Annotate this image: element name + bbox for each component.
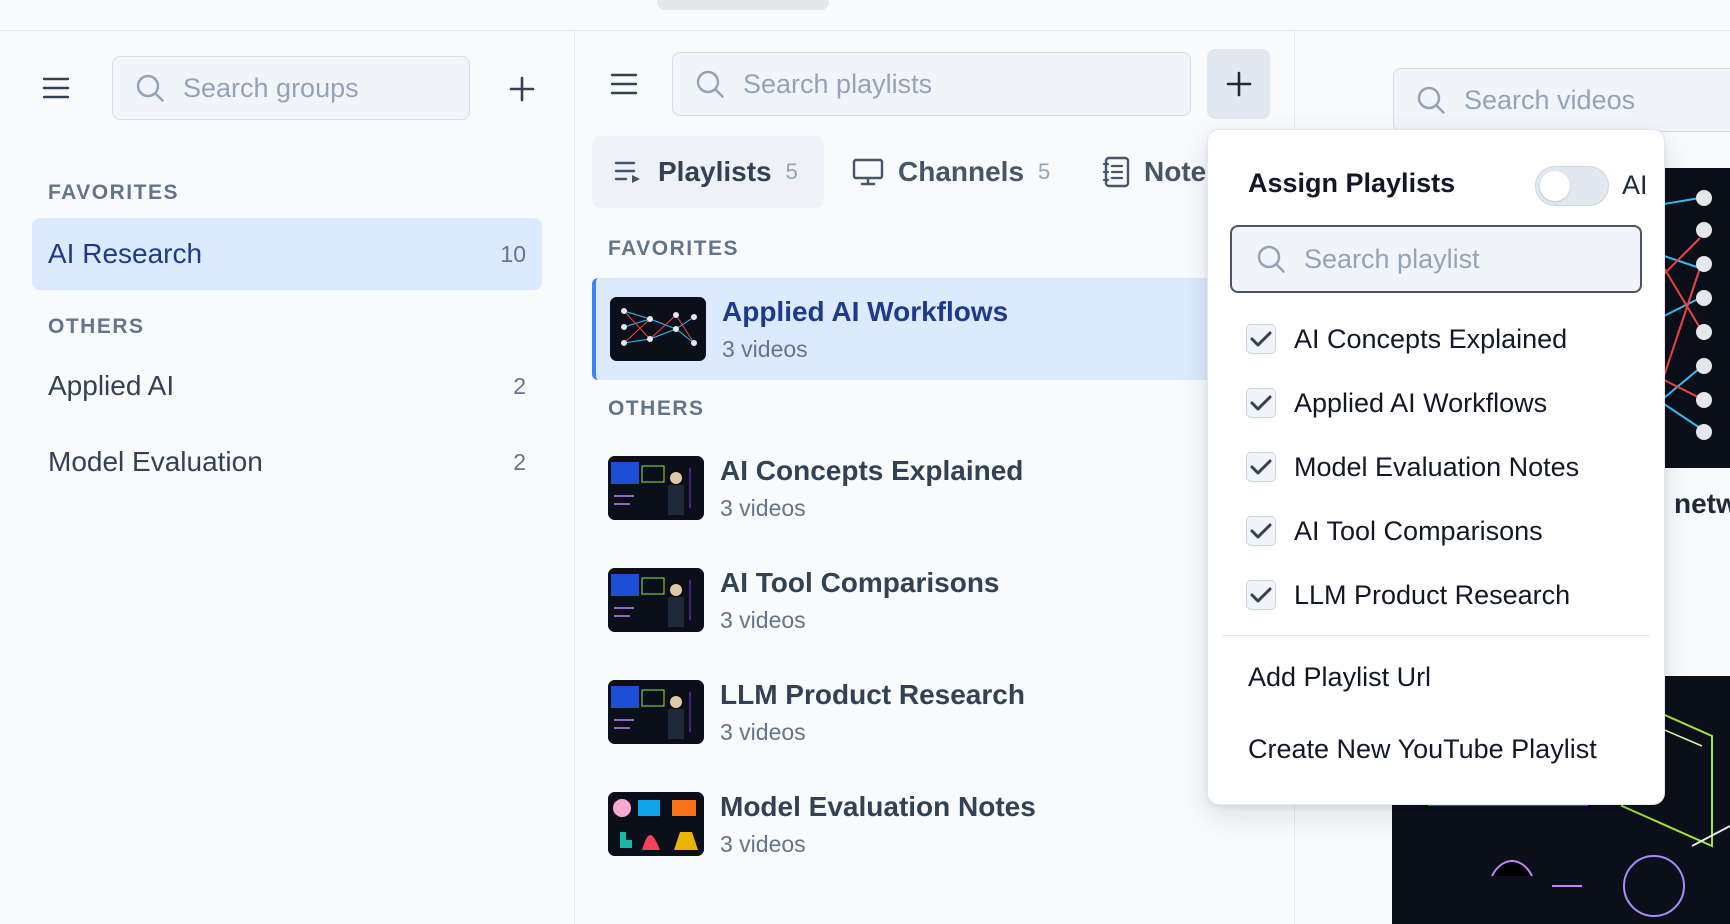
playlist-item-ai-tool-comparisons[interactable]: AI Tool Comparisons 3 videos xyxy=(592,552,1212,648)
playlist-title: Applied AI Workflows xyxy=(722,295,1009,327)
search-icon xyxy=(1416,85,1446,115)
option-label: AI Concepts Explained xyxy=(1294,323,1568,354)
tab-playlists[interactable]: Playlists 5 xyxy=(592,136,824,208)
checkbox[interactable] xyxy=(1246,388,1276,418)
search-icon xyxy=(135,73,165,103)
tab-count: 5 xyxy=(1038,159,1051,184)
group-item-count: 2 xyxy=(513,448,526,475)
search-playlists-input[interactable] xyxy=(743,68,1190,100)
assign-option-ai-concepts-explained[interactable]: AI Concepts Explained xyxy=(1246,317,1567,361)
playlist-item-applied-ai-workflows[interactable]: Applied AI Workflows 3 videos xyxy=(592,278,1212,380)
playlist-item-ai-concepts-explained[interactable]: AI Concepts Explained 3 videos xyxy=(592,440,1212,536)
ai-toggle[interactable] xyxy=(1535,166,1609,206)
search-playlists-box[interactable] xyxy=(672,52,1191,116)
playlist-thumbnail xyxy=(608,680,704,744)
dropdown-divider xyxy=(1222,635,1650,636)
assign-option-ai-tool-comparisons[interactable]: AI Tool Comparisons xyxy=(1246,509,1543,553)
monitor-icon xyxy=(852,158,884,186)
playlist-title: AI Tool Comparisons xyxy=(720,566,1000,598)
group-item-label: Applied AI xyxy=(48,370,175,401)
assign-playlists-dropdown: Assign Playlists AI AI Concepts Explaine… xyxy=(1207,129,1665,805)
checkbox[interactable] xyxy=(1246,452,1276,482)
check-icon xyxy=(1250,331,1272,347)
tab-count: 5 xyxy=(785,159,798,184)
playlists-favorites-label: FAVORITES xyxy=(608,237,739,260)
check-icon xyxy=(1250,459,1272,475)
notebook-icon xyxy=(1102,156,1130,188)
playlist-title: LLM Product Research xyxy=(720,678,1025,710)
top-tab-handle[interactable] xyxy=(657,0,829,10)
tab-label: Note xyxy=(1144,156,1207,187)
check-icon xyxy=(1250,587,1272,603)
option-label: Model Evaluation Notes xyxy=(1294,451,1580,482)
tab-label: Playlists xyxy=(658,156,772,187)
groups-menu-icon[interactable] xyxy=(38,70,74,106)
dropdown-title: Assign Playlists xyxy=(1248,168,1456,198)
group-item-applied-ai[interactable]: Applied AI 2 xyxy=(32,350,542,422)
assign-option-model-evaluation-notes[interactable]: Model Evaluation Notes xyxy=(1246,445,1579,489)
search-icon xyxy=(1256,244,1286,274)
search-groups-input[interactable] xyxy=(183,72,469,104)
search-videos-box[interactable] xyxy=(1393,68,1730,132)
option-label: LLM Product Research xyxy=(1294,579,1571,610)
search-videos-input[interactable] xyxy=(1464,84,1730,116)
group-item-count: 2 xyxy=(513,372,526,399)
option-label: AI Tool Comparisons xyxy=(1294,515,1543,546)
groups-others-label: OTHERS xyxy=(48,315,145,338)
toggle-knob xyxy=(1540,171,1570,201)
tab-label: Channels xyxy=(898,156,1025,187)
playlist-item-model-evaluation-notes[interactable]: Model Evaluation Notes 3 videos xyxy=(592,776,1212,872)
group-item-label: AI Research xyxy=(48,238,203,269)
check-icon xyxy=(1250,395,1272,411)
search-playlist-box[interactable] xyxy=(1230,225,1642,293)
group-item-label: Model Evaluation xyxy=(48,446,263,477)
group-item-ai-research[interactable]: AI Research 10 xyxy=(32,218,542,290)
playlist-thumbnail xyxy=(610,297,706,361)
groups-favorites-label: FAVORITES xyxy=(48,181,179,204)
tab-channels[interactable]: Channels 5 xyxy=(830,136,1074,208)
playlist-video-count: 3 videos xyxy=(720,718,806,745)
create-youtube-playlist-button[interactable]: Create New YouTube Playlist xyxy=(1248,734,1597,765)
add-playlist-button[interactable] xyxy=(1207,49,1270,119)
playlist-video-count: 3 videos xyxy=(720,494,806,521)
checkbox[interactable] xyxy=(1246,516,1276,546)
group-item-model-evaluation[interactable]: Model Evaluation 2 xyxy=(32,426,542,498)
playlist-thumbnail xyxy=(608,568,704,632)
playlist-video-count: 3 videos xyxy=(720,830,806,857)
playlist-video-count: 3 videos xyxy=(722,335,808,362)
video-title-partial[interactable]: netw xyxy=(1674,488,1730,520)
check-icon xyxy=(1250,523,1272,539)
assign-option-applied-ai-workflows[interactable]: Applied AI Workflows xyxy=(1246,381,1547,425)
search-icon xyxy=(695,69,725,99)
playlist-video-count: 3 videos xyxy=(720,606,806,633)
playlist-title: AI Concepts Explained xyxy=(720,454,1024,486)
playlists-others-label: OTHERS xyxy=(608,397,705,420)
search-playlist-input[interactable] xyxy=(1304,243,1640,275)
playlist-thumbnail xyxy=(608,456,704,520)
group-item-count: 10 xyxy=(500,240,526,267)
playlist-thumbnail xyxy=(608,792,704,856)
playlists-menu-icon[interactable] xyxy=(606,66,642,102)
search-groups-box[interactable] xyxy=(112,56,470,120)
ai-toggle-label: AI xyxy=(1622,170,1648,200)
top-bar xyxy=(0,0,1730,31)
add-group-button[interactable] xyxy=(503,70,541,108)
playlist-item-llm-product-research[interactable]: LLM Product Research 3 videos xyxy=(592,664,1212,760)
checkbox[interactable] xyxy=(1246,580,1276,610)
option-label: Applied AI Workflows xyxy=(1294,387,1548,418)
assign-option-llm-product-research[interactable]: LLM Product Research xyxy=(1246,573,1570,617)
playlist-title: Model Evaluation Notes xyxy=(720,790,1036,822)
checkbox[interactable] xyxy=(1246,324,1276,354)
add-playlist-url-button[interactable]: Add Playlist Url xyxy=(1248,662,1431,693)
playlist-icon xyxy=(614,159,644,185)
